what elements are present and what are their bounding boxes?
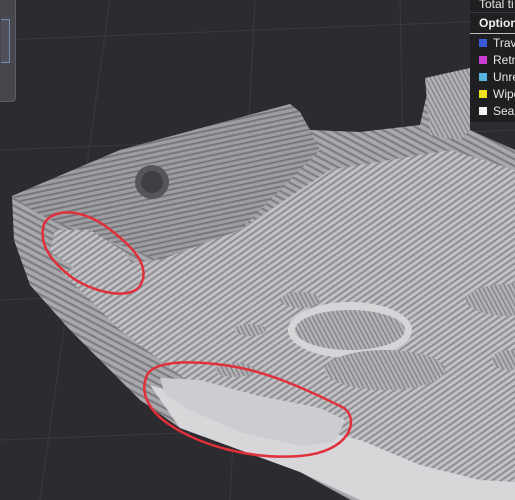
cutout-4 [234, 324, 266, 336]
legend-item-travel[interactable]: Trav [479, 34, 515, 52]
total-time-label: Total ti [479, 0, 514, 11]
legend-item-label: Sear [493, 104, 515, 118]
3d-preview-viewport[interactable] [0, 0, 515, 500]
left-toolbar-button[interactable] [1, 19, 10, 63]
legend-item-retraction[interactable]: Retra [479, 51, 515, 69]
left-toolbar-panel[interactable] [0, 0, 16, 102]
legend-item-label: Retra [493, 53, 515, 67]
legend-panel: Total ti Option Trav Retra Unre Wipe Sea… [470, 0, 515, 122]
legend-swatch [479, 39, 487, 47]
legend-item-label: Trav [493, 36, 515, 50]
legend-swatch [479, 107, 487, 115]
legend-header: Option [479, 16, 515, 30]
legend-item-unretract[interactable]: Unre [479, 68, 515, 86]
cutout-2 [325, 350, 445, 390]
legend-swatch [479, 90, 487, 98]
cutout-5 [280, 292, 320, 308]
legend-item-label: Wipe [493, 87, 515, 101]
model-rib [425, 68, 470, 140]
legend-item-label: Unre [493, 70, 515, 84]
legend-swatch [479, 56, 487, 64]
legend-divider [470, 12, 515, 13]
legend-swatch [479, 73, 487, 81]
legend-item-seams[interactable]: Sear [479, 102, 515, 120]
legend-item-wipe[interactable]: Wipe [479, 85, 515, 103]
